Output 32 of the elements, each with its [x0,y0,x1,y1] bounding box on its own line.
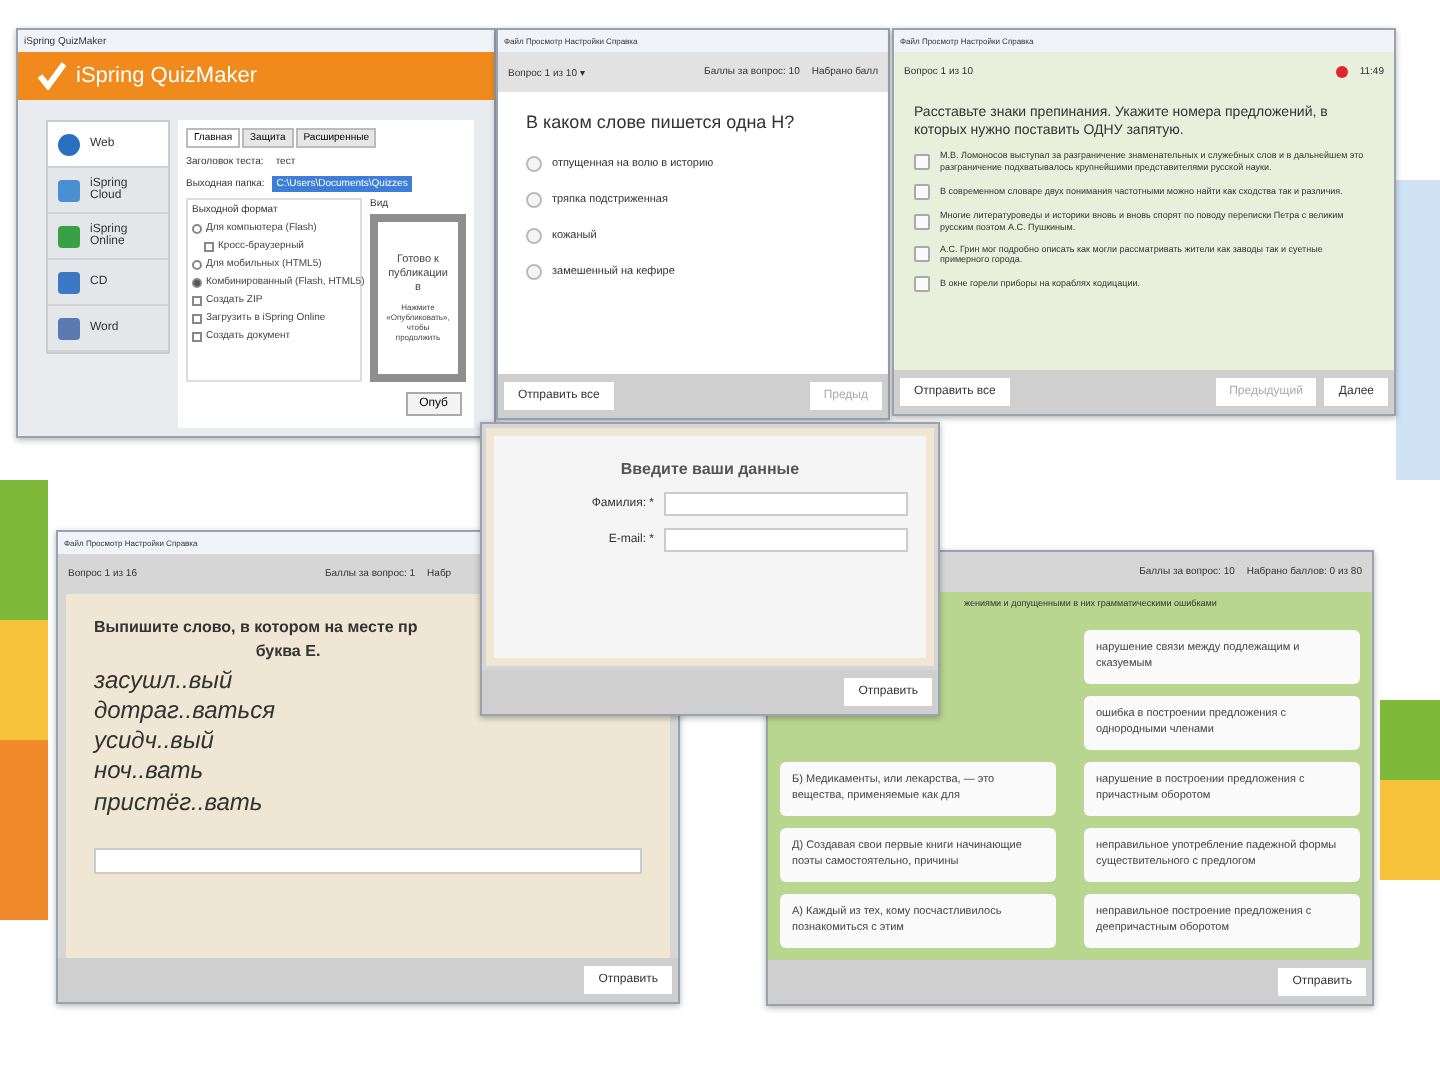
word-option: ноч..вать [94,758,642,786]
app-logo-text: iSpring QuizMaker [76,64,257,88]
radio-button[interactable] [526,227,542,244]
word-option: усидч..вый [94,728,642,755]
radio-button[interactable] [526,263,542,280]
question-text: Выпишите слово, в котором на месте пр [94,618,420,639]
question-text: В каком слове пишется одна Н? [526,112,797,136]
checkmark-icon [38,62,66,90]
decor-stripe [1380,700,1440,780]
checkbox[interactable] [914,276,930,293]
app-icon [58,225,80,247]
decor-stripe [0,480,48,620]
word-option: дотраг..ваться [94,697,642,725]
question-text: буква Е. [253,642,323,664]
answer-input[interactable] [94,847,642,874]
checkbox[interactable] [914,246,930,263]
app-icon [58,317,80,339]
word-option: пристёг..вать [94,789,642,816]
checkbox[interactable] [914,154,930,171]
app-icon [58,133,80,155]
radio-button[interactable] [526,191,542,208]
radio-button[interactable] [526,155,542,172]
app-icon [58,271,80,293]
app-icon [58,179,80,201]
form-title: Введите ваши данные [618,460,802,481]
checkbox[interactable] [914,183,930,200]
checkbox[interactable] [914,213,930,230]
word-option: засушл..вый [94,667,642,694]
timer-icon [1335,66,1348,78]
decor-stripe [1380,780,1440,880]
input-field[interactable] [664,492,908,517]
input-field[interactable] [664,528,908,553]
